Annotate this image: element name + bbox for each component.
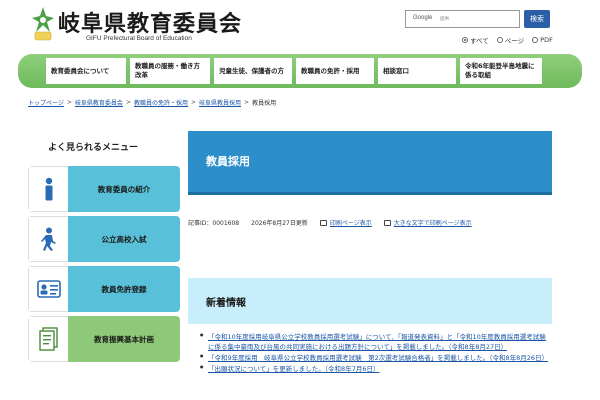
radio-dot-page[interactable] <box>496 37 503 43</box>
global-nav: 教育委員会について 教職員の服務・働き方改革 児童生徒、保護者の方 教職員の免許… <box>18 54 582 88</box>
breadcrumb-link-license[interactable]: 教職員の免許・採用 <box>134 98 188 107</box>
site-header: 岐阜県教育委員会 GIFU Prefectural Board of Educa… <box>0 0 600 52</box>
breadcrumb-separator: > <box>244 99 250 106</box>
radio-page[interactable]: ページ <box>496 35 525 45</box>
updated-date: 2026年8月27日更新 <box>251 220 308 227</box>
side-item-label: 公立高校入試 <box>68 216 180 262</box>
gnav-item-earthquake[interactable]: 令和6年能登半島地震に係る取組 <box>460 58 542 84</box>
walking-person-icon <box>28 216 68 262</box>
site-subtitle: GIFU Prefectural Board of Education <box>86 35 192 42</box>
side-menu: 教育委員の紹介 公立高校入試 教員免許登録 教育振興基本計画 <box>28 166 180 366</box>
page-title-box: 教員採用 <box>188 131 552 195</box>
breadcrumb-separator: > <box>125 99 131 106</box>
breadcrumb-link-top[interactable]: トップページ <box>28 98 64 107</box>
document-icon <box>28 316 68 362</box>
radio-pdf[interactable]: PDF <box>532 35 553 45</box>
search-button[interactable]: 検索 <box>524 10 550 28</box>
gnav-item-consultation[interactable]: 相談窓口 <box>378 58 456 84</box>
printer-icon <box>383 219 391 226</box>
gnav-item-about[interactable]: 教育委員会について <box>46 58 126 84</box>
radio-dot-all[interactable] <box>462 37 468 43</box>
side-item-label: 教育委員の紹介 <box>68 166 180 212</box>
breadcrumb-separator: > <box>66 99 72 106</box>
google-brand-sub: 提供 <box>440 17 449 22</box>
site-title[interactable]: 岐阜県教育委員会 <box>58 6 242 38</box>
news-title: 新着情報 <box>206 298 246 309</box>
printer-icon <box>319 219 327 226</box>
large-print-link[interactable]: 大きな文字で印刷ページ表示 <box>383 218 472 227</box>
news-item-link[interactable]: 「令和10年度採用岐阜県公立学校教員採用選考試験」について、「報道発表資料」と「… <box>200 332 552 352</box>
breadcrumb-link-board[interactable]: 岐阜県教育委員会 <box>75 98 123 107</box>
news-header-box: 新着情報 <box>188 278 552 324</box>
google-brand: Google <box>413 15 433 21</box>
id-card-icon <box>28 266 68 312</box>
news-item-link[interactable]: 「令和9年度採用 岐阜県公立学校教員採用選考試験 第2次選考試験合格者」を掲載し… <box>200 353 552 363</box>
record-id: 記事ID：0001608 <box>188 220 240 227</box>
prefecture-logo-icon[interactable] <box>30 6 56 42</box>
breadcrumb-separator: > <box>190 99 197 106</box>
gnav-item-license-hiring[interactable]: 教職員の免許・採用 <box>296 58 374 84</box>
page-title: 教員採用 <box>206 155 250 168</box>
gnav-item-work-reform[interactable]: 教職員の服務・働き方改革 <box>130 58 210 84</box>
radio-label-pdf: PDF <box>540 36 553 44</box>
search-input[interactable]: Google 提供 <box>405 10 520 28</box>
print-page-link[interactable]: 印刷ページ表示 <box>319 218 372 227</box>
radio-label-page: ページ <box>504 37 525 45</box>
person-icon <box>28 166 68 212</box>
breadcrumb-link-gifu-hiring[interactable]: 岐阜県教員採用 <box>199 98 241 107</box>
side-item-board-members[interactable]: 教育委員の紹介 <box>28 166 180 212</box>
side-item-label: 教員免許登録 <box>68 266 180 312</box>
radio-label-all: すべて <box>470 37 489 45</box>
article-meta: 記事ID：0001608 2026年8月27日更新 印刷ページ表示 大きな文字で… <box>188 218 472 227</box>
radio-all[interactable]: すべて <box>462 35 489 45</box>
breadcrumb: トップページ > 岐阜県教育委員会 > 教職員の免許・採用 > 岐阜県教員採用 … <box>28 98 276 107</box>
large-print-label: 大きな文字で印刷ページ表示 <box>393 220 472 227</box>
side-item-label: 教育振興基本計画 <box>68 316 180 362</box>
gnav-item-students-parents[interactable]: 児童生徒、保護者の方 <box>214 58 292 84</box>
side-item-high-school-exam[interactable]: 公立高校入試 <box>28 216 180 262</box>
print-page-label: 印刷ページ表示 <box>329 220 372 227</box>
news-list: 「令和10年度採用岐阜県公立学校教員採用選考試験」について、「報道発表資料」と「… <box>200 332 552 375</box>
side-item-education-plan[interactable]: 教育振興基本計画 <box>28 316 180 362</box>
news-item-link[interactable]: 「出願状況について」を更新しました。（令和8年7月6日） <box>200 364 552 374</box>
side-item-license-register[interactable]: 教員免許登録 <box>28 266 180 312</box>
search-scope-radios: すべて ページ PDF <box>462 35 553 45</box>
side-menu-title: よく見られるメニュー <box>48 143 139 153</box>
radio-dot-pdf[interactable] <box>532 37 539 43</box>
breadcrumb-current: 教員採用 <box>252 100 277 107</box>
